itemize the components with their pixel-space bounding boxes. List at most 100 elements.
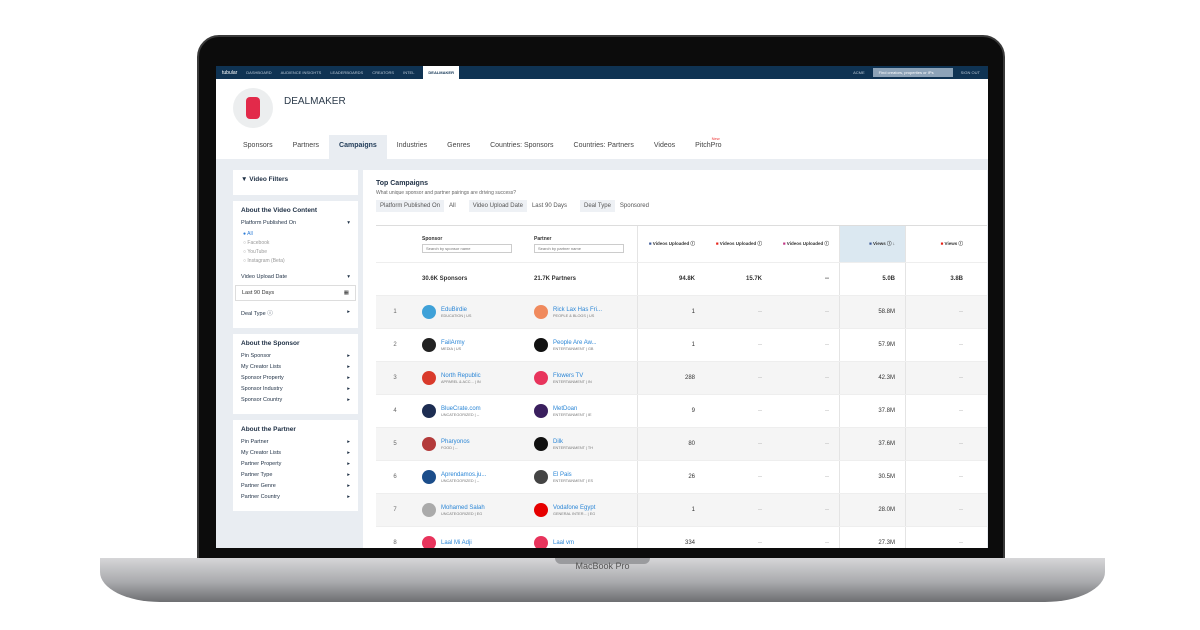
table-row[interactable]: 7 Mohamed Salah UNCATEGORIZED | EG Vodafo… xyxy=(376,494,987,527)
radio-all[interactable]: ● All xyxy=(243,231,350,237)
filter-my-creator-lists[interactable]: My Creator Lists ▸ xyxy=(241,450,350,456)
rank: 7 xyxy=(393,507,397,513)
radio-instagram[interactable]: ○ Instagram (Beta) xyxy=(243,258,350,264)
filter-label: Pin Sponsor xyxy=(241,353,271,359)
global-search-input[interactable]: Find creators, properties or IPs xyxy=(872,68,953,77)
sponsor-link[interactable]: EduBirdie xyxy=(441,307,471,313)
chevron-right-icon: ▸ xyxy=(347,472,350,478)
table-row[interactable]: 8 Laal Mi Adji Laal vm 334 -- -- 27.3M -… xyxy=(376,527,987,548)
fb-videos: 9 xyxy=(691,408,695,414)
filter-label: My Creator Lists xyxy=(241,364,282,370)
sponsor-link[interactable]: Aprendamos.ju... xyxy=(441,472,486,478)
upload-date-filter[interactable]: Video Upload Date ▾ xyxy=(241,274,350,280)
filter-pin-partner[interactable]: Pin Partner ▸ xyxy=(241,439,350,445)
sponsor-link[interactable]: North Republic xyxy=(441,373,481,379)
nav-item[interactable]: DASHBOARD xyxy=(246,70,271,75)
filter-label: Sponsor Property xyxy=(241,375,284,381)
sponsor-meta: APPAREL & ACC... | IN xyxy=(441,379,481,384)
tab-countries-partners[interactable]: Countries: Partners xyxy=(564,135,644,159)
partner-link[interactable]: El Pais xyxy=(553,472,593,478)
filter-sponsor-property[interactable]: Sponsor Property ▸ xyxy=(241,375,350,381)
nav-item[interactable]: INTEL xyxy=(403,70,414,75)
fb-views: 37.6M xyxy=(839,428,906,460)
partner-link[interactable]: People Are Aw... xyxy=(553,340,597,346)
yt-views: -- xyxy=(959,309,963,315)
fb-views: 42.3M xyxy=(839,362,906,394)
partner-link[interactable]: Rick Lax Has Fri... xyxy=(553,307,602,313)
col-ig-videos[interactable]: ■ Videos Uploaded ⓘ xyxy=(772,226,839,262)
radio-facebook[interactable]: ○ Facebook xyxy=(243,240,350,246)
sponsor-link[interactable]: Laal Mi Adji xyxy=(441,540,472,546)
ig-videos: -- xyxy=(825,474,829,480)
ig-videos: -- xyxy=(825,408,829,414)
chip-label: Platform Published On xyxy=(376,200,445,212)
tab-industries[interactable]: Industries xyxy=(387,135,437,159)
table-row[interactable]: 5 Pharyonos FOOD | -- Dilk ENTERTAINMENT |… xyxy=(376,428,987,461)
col-fb-views-sorted[interactable]: ■ Views ⓘ ↓ xyxy=(839,226,906,262)
sponsor-link[interactable]: Mohamed Salah xyxy=(441,505,485,511)
table-row[interactable]: 6 Aprendamos.ju... UNCATEGORIZED | -- El … xyxy=(376,461,987,494)
sponsor-meta: UNCATEGORIZED | -- xyxy=(441,412,480,417)
fb-views: 58.8M xyxy=(839,296,906,328)
radio-youtube[interactable]: ○ YouTube xyxy=(243,249,350,255)
table-row[interactable]: 2 FailArmy MEDIA | US People Are Aw... ENT… xyxy=(376,329,987,362)
filter-partner-genre[interactable]: Partner Genre ▸ xyxy=(241,483,350,489)
sponsor-link[interactable]: Pharyonos xyxy=(441,439,470,445)
table-row[interactable]: 4 BlueCrate.com UNCATEGORIZED | -- MetDoa… xyxy=(376,395,987,428)
partner-link[interactable]: MetDoan xyxy=(553,406,592,412)
fb-videos: 1 xyxy=(691,342,695,348)
nav-item-active[interactable]: DEALMAKER xyxy=(423,66,459,79)
chevron-right-icon: ▸ xyxy=(347,494,350,500)
filter-sponsor-country[interactable]: Sponsor Country ▸ xyxy=(241,397,350,403)
sponsor-avatar xyxy=(422,371,436,385)
col-yt-videos[interactable]: ■ Videos Uploaded ⓘ xyxy=(705,226,772,262)
tab-genres[interactable]: Genres xyxy=(437,135,480,159)
date-range-input[interactable]: Last 90 Days ▦ xyxy=(235,285,356,301)
partner-meta: GENERAL INTER... | EG xyxy=(553,511,596,516)
section-heading: About the Sponsor xyxy=(241,340,300,347)
tab-videos[interactable]: Videos xyxy=(644,135,685,159)
deal-type-filter[interactable]: Deal Type ⓘ ▸ xyxy=(241,309,350,317)
filter-partner-country[interactable]: Partner Country ▸ xyxy=(241,494,350,500)
app-logo[interactable]: tubular xyxy=(222,70,237,76)
partner-link[interactable]: Vodafone Egypt xyxy=(553,505,595,511)
partner-avatar xyxy=(534,503,548,517)
filter-chip[interactable]: Deal Type Sponsored xyxy=(580,200,654,212)
filter-sponsor-industry[interactable]: Sponsor Industry ▸ xyxy=(241,386,350,392)
nav-item[interactable]: AUDIENCE INSIGHTS xyxy=(281,70,322,75)
filter-partner-type[interactable]: Partner Type ▸ xyxy=(241,472,350,478)
filter-chip[interactable]: Platform Published On All xyxy=(376,200,461,212)
account-menu[interactable]: ACME xyxy=(853,70,865,75)
table-row[interactable]: 1 EduBirdie EDUCATION | US Rick Lax Has F… xyxy=(376,296,987,329)
partner-link[interactable]: Dilk xyxy=(553,439,593,445)
chip-label: Deal Type xyxy=(580,200,615,212)
filter-my-creator-lists[interactable]: My Creator Lists ▸ xyxy=(241,364,350,370)
platform-filter[interactable]: Platform Published On ▾ xyxy=(241,220,350,226)
nav-item[interactable]: LEADERBOARDS xyxy=(330,70,363,75)
section-heading: About the Partner xyxy=(241,426,296,433)
nav-item[interactable]: CREATORS xyxy=(372,70,394,75)
filter-partner-property[interactable]: Partner Property ▸ xyxy=(241,461,350,467)
tab-countries-sponsors[interactable]: Countries: Sponsors xyxy=(480,135,563,159)
col-fb-videos[interactable]: ■ Videos Uploaded ⓘ xyxy=(638,226,705,262)
partner-meta: ENTERTAINMENT | IE xyxy=(553,412,592,417)
user-menu[interactable]: SIGN OUT xyxy=(961,70,980,75)
chevron-right-icon: ▸ xyxy=(347,461,350,467)
sponsor-link[interactable]: BlueCrate.com xyxy=(441,406,481,412)
tab-sponsors[interactable]: Sponsors xyxy=(233,135,283,159)
sponsor-avatar xyxy=(422,536,436,548)
sponsor-search-input[interactable] xyxy=(422,243,512,253)
filter-chip[interactable]: Video Upload Date Last 90 Days xyxy=(468,200,572,212)
table-row[interactable]: 3 North Republic APPAREL & ACC... | IN Fl… xyxy=(376,362,987,395)
sponsor-link[interactable]: FailArmy xyxy=(441,340,465,346)
tab-pitchpro[interactable]: PitchPro New xyxy=(685,135,731,159)
partner-meta: ENTERTAINMENT | IN xyxy=(553,379,592,384)
filter-pin-sponsor[interactable]: Pin Sponsor ▸ xyxy=(241,353,350,359)
page-header: DEALMAKER Sponsors Partners Campaigns Indus… xyxy=(216,79,988,159)
partner-link[interactable]: Laal vm xyxy=(553,540,574,546)
partner-search-input[interactable] xyxy=(534,243,624,253)
col-yt-views[interactable]: ■ Views ⓘ xyxy=(906,226,973,262)
tab-partners[interactable]: Partners xyxy=(283,135,329,159)
tab-campaigns[interactable]: Campaigns xyxy=(329,135,387,159)
partner-link[interactable]: Flowers TV xyxy=(553,373,592,379)
